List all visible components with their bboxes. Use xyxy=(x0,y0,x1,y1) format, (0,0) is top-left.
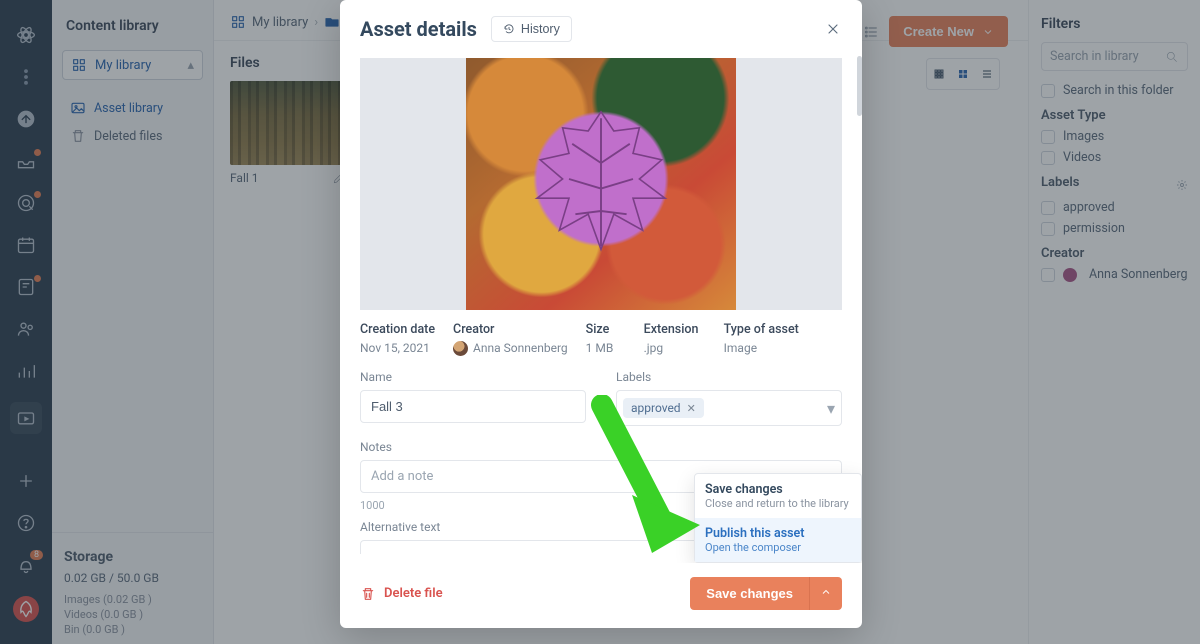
dropdown-caret-icon[interactable]: ▾ xyxy=(827,399,835,418)
close-icon xyxy=(825,21,841,37)
delete-file-button[interactable]: Delete file xyxy=(360,586,443,602)
chevron-up-icon xyxy=(820,586,832,598)
history-button[interactable]: History xyxy=(491,16,572,42)
avatar-icon xyxy=(453,341,468,356)
modal-title: Asset details xyxy=(360,17,477,41)
history-icon xyxy=(503,23,515,35)
remove-chip-icon[interactable]: ✕ xyxy=(687,402,696,415)
menu-save-changes[interactable]: Save changes Close and return to the lib… xyxy=(695,474,861,518)
meta-size-label: Size xyxy=(586,322,626,337)
close-button[interactable] xyxy=(824,20,842,38)
save-dropdown-toggle[interactable] xyxy=(809,577,842,610)
label-chip-approved[interactable]: approved ✕ xyxy=(623,398,704,418)
name-input[interactable] xyxy=(360,390,586,423)
meta-size-value: 1 MB xyxy=(586,341,626,355)
meta-creator-label: Creator xyxy=(453,322,568,337)
name-label: Name xyxy=(360,370,586,384)
save-changes-button[interactable]: Save changes xyxy=(690,577,809,610)
save-dropdown-menu: Save changes Close and return to the lib… xyxy=(694,473,862,563)
menu-publish-asset[interactable]: Publish this asset Open the composer xyxy=(695,518,861,562)
notes-label: Notes xyxy=(360,440,842,454)
asset-meta-row: Creation date Nov 15, 2021 Creator Anna … xyxy=(360,310,842,360)
labels-input[interactable]: approved ✕ ▾ xyxy=(616,390,842,426)
asset-details-modal: Asset details History Creation date xyxy=(340,0,862,628)
meta-type-value: Image xyxy=(724,341,799,355)
asset-preview xyxy=(360,58,842,310)
meta-ext-label: Extension xyxy=(644,322,706,337)
trash-icon xyxy=(360,586,376,602)
meta-type-label: Type of asset xyxy=(724,322,799,337)
meta-ext-value: .jpg xyxy=(644,341,706,355)
meta-creation-value: Nov 15, 2021 xyxy=(360,341,435,355)
meta-creation-label: Creation date xyxy=(360,322,435,337)
labels-label: Labels xyxy=(616,370,842,384)
meta-creator-value: Anna Sonnenberg xyxy=(473,341,568,355)
